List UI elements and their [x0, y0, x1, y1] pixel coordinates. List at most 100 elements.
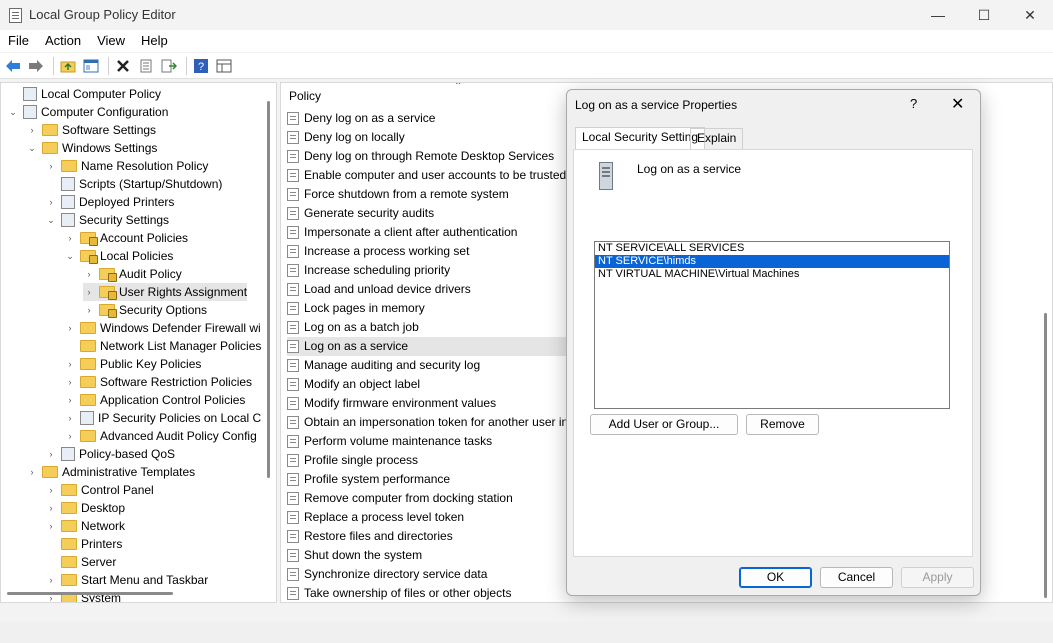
chevron-right-icon[interactable]: › [83, 283, 95, 301]
policy-list-item[interactable]: Obtain an impersonation token for anothe… [287, 413, 577, 432]
policy-list-item[interactable]: Modify firmware environment values [287, 394, 577, 413]
policy-list-item[interactable]: Manage auditing and security log [287, 356, 577, 375]
chevron-right-icon[interactable]: › [45, 571, 57, 589]
chevron-right-icon[interactable]: › [64, 427, 76, 445]
policy-list-item[interactable]: Remove computer from docking station [287, 489, 577, 508]
chevron-right-icon[interactable]: › [64, 355, 76, 373]
policy-list-item[interactable]: Deny log on through Remote Desktop Servi… [287, 147, 577, 166]
account-item[interactable]: NT SERVICE\ALL SERVICES [595, 242, 949, 255]
add-user-or-group-button[interactable]: Add User or Group... [590, 414, 738, 435]
minimize-button[interactable]: — [915, 0, 961, 30]
tree-item[interactable]: ⌄ Security Settings [45, 211, 169, 229]
properties-icon[interactable] [136, 56, 156, 76]
policy-list-item[interactable]: Profile system performance [287, 470, 577, 489]
tree-item[interactable]: › Public Key Policies [64, 355, 202, 373]
account-item[interactable]: NT VIRTUAL MACHINE\Virtual Machines [595, 268, 949, 281]
policy-list-item[interactable]: Replace a process level token [287, 508, 577, 527]
tree-item[interactable]: Printers [45, 535, 122, 553]
tree-horizontal-scrollbar[interactable] [7, 592, 173, 595]
policy-list-item[interactable]: Increase scheduling priority [287, 261, 577, 280]
tree-item[interactable]: ⌄ Computer Configuration [7, 103, 168, 121]
tree-item[interactable]: › Advanced Audit Policy Config [64, 427, 257, 445]
tree-item[interactable]: Server [45, 553, 116, 571]
tree-item[interactable]: ⌄ Windows Settings [26, 139, 157, 157]
tree-vertical-scrollbar[interactable] [267, 101, 270, 478]
policy-list-item[interactable]: Modify an object label [287, 375, 577, 394]
tree-item[interactable]: › Start Menu and Taskbar [45, 571, 209, 589]
chevron-right-icon[interactable]: › [26, 463, 38, 481]
policy-list-item[interactable]: Profile single process [287, 451, 577, 470]
policy-list-item[interactable]: Perform volume maintenance tasks [287, 432, 577, 451]
export-list-icon[interactable] [159, 56, 179, 76]
tree-item[interactable]: Network List Manager Policies [64, 337, 261, 355]
policy-list-item[interactable]: Deny log on locally [287, 128, 577, 147]
vertical-scrollbar[interactable] [1044, 313, 1047, 598]
back-arrow-icon[interactable] [3, 56, 23, 76]
tree-item[interactable]: › Windows Defender Firewall wi [64, 319, 261, 337]
chevron-down-icon[interactable]: ⌄ [26, 139, 38, 157]
view-icon[interactable] [214, 56, 234, 76]
chevron-right-icon[interactable]: › [83, 265, 95, 283]
policy-list-item[interactable]: Take ownership of files or other objects [287, 584, 577, 602]
maximize-button[interactable]: ☐ [961, 0, 1007, 30]
tree-item[interactable]: Scripts (Startup/Shutdown) [45, 175, 222, 193]
chevron-right-icon[interactable]: › [64, 319, 76, 337]
policy-list-item[interactable]: Force shutdown from a remote system [287, 185, 577, 204]
tab-explain[interactable]: Explain [690, 128, 744, 149]
tree-item[interactable]: › Administrative Templates [26, 463, 196, 481]
chevron-right-icon[interactable]: › [45, 157, 57, 175]
tree-item[interactable]: › Software Settings [26, 121, 157, 139]
tree-item[interactable]: › Control Panel [45, 481, 154, 499]
tree-item[interactable]: › IP Security Policies on Local C [64, 409, 261, 427]
menu-view[interactable]: View [89, 30, 133, 52]
ok-button[interactable]: OK [739, 567, 812, 588]
chevron-right-icon[interactable]: › [45, 445, 57, 463]
policy-list-item[interactable]: Generate security audits [287, 204, 577, 223]
tree-item[interactable]: Local Computer Policy [7, 85, 161, 103]
chevron-down-icon[interactable]: ⌄ [64, 247, 76, 265]
apply-button[interactable]: Apply [901, 567, 974, 588]
policy-list-item[interactable]: Deny log on as a service [287, 109, 577, 128]
console-tree[interactable]: Local Computer Policy ⌄ Computer Configura… [0, 82, 277, 603]
policy-list-item[interactable]: Load and unload device drivers [287, 280, 577, 299]
tree-item[interactable]: ⌄ Local Policies [64, 247, 173, 265]
help-button[interactable]: ? [910, 96, 917, 111]
menu-action[interactable]: Action [37, 30, 89, 52]
chevron-right-icon[interactable]: › [64, 391, 76, 409]
tree-item[interactable]: › Network [45, 517, 126, 535]
close-button[interactable]: ✕ [1007, 0, 1053, 30]
policy-list-item[interactable]: Lock pages in memory [287, 299, 577, 318]
chevron-right-icon[interactable]: › [83, 301, 95, 319]
dialog-close-button[interactable]: ✕ [951, 94, 964, 114]
forward-arrow-icon[interactable] [26, 56, 46, 76]
policy-list-item[interactable]: Log on as a batch job [287, 318, 577, 337]
chevron-right-icon[interactable]: › [26, 121, 38, 139]
policy-list-item[interactable]: Log on as a service [287, 337, 577, 356]
chevron-right-icon[interactable]: › [45, 517, 57, 535]
tree-item[interactable]: › Policy-based QoS [45, 445, 175, 463]
policy-list-item[interactable]: Enable computer and user accounts to be … [287, 166, 577, 185]
tree-item[interactable]: › Security Options [83, 301, 207, 319]
policy-list-item[interactable]: Increase a process working set [287, 242, 577, 261]
show-hide-tree-icon[interactable] [81, 56, 101, 76]
tree-item[interactable]: › Deployed Printers [45, 193, 174, 211]
chevron-right-icon[interactable]: › [64, 409, 76, 427]
cancel-button[interactable]: Cancel [820, 567, 893, 588]
account-item[interactable]: NT SERVICE\himds [595, 255, 949, 268]
chevron-down-icon[interactable]: ⌄ [45, 211, 57, 229]
tree-item[interactable]: › Name Resolution Policy [45, 157, 209, 175]
chevron-right-icon[interactable]: › [45, 193, 57, 211]
up-folder-icon[interactable] [58, 56, 78, 76]
policy-list-item[interactable]: Impersonate a client after authenticatio… [287, 223, 577, 242]
column-header-policy[interactable]: Policy [289, 89, 321, 103]
policy-list-item[interactable]: Synchronize directory service data [287, 565, 577, 584]
tab-local-security-setting[interactable]: Local Security Setting [575, 127, 706, 149]
policy-list-item[interactable]: Shut down the system [287, 546, 577, 565]
chevron-right-icon[interactable]: › [45, 481, 57, 499]
chevron-right-icon[interactable]: › [64, 229, 76, 247]
menu-file[interactable]: File [0, 30, 37, 52]
delete-icon[interactable] [113, 56, 133, 76]
tree-item[interactable]: › Account Policies [64, 229, 188, 247]
chevron-right-icon[interactable]: › [45, 499, 57, 517]
tree-item[interactable]: › User Rights Assignment [83, 283, 248, 301]
